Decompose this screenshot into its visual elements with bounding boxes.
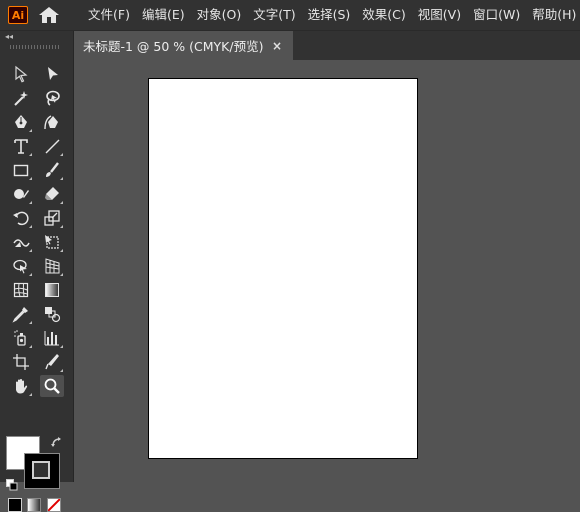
- scale-tool-icon[interactable]: [40, 207, 64, 229]
- tools-panel: ◂◂: [0, 31, 74, 512]
- eyedropper-tool-icon[interactable]: [9, 303, 33, 325]
- document-tab-title: 未标题-1 @ 50 % (CMYK/预览): [83, 39, 264, 54]
- zoom-tool-icon[interactable]: [40, 375, 64, 397]
- menu-bar: Ai 文件(F) 编辑(E) 对象(O) 文字(T) 选择(S) 效果(C) 视…: [0, 0, 580, 31]
- line-segment-tool-icon[interactable]: [40, 135, 64, 157]
- main-menu: 文件(F) 编辑(E) 对象(O) 文字(T) 选择(S) 效果(C) 视图(V…: [82, 0, 580, 30]
- shape-builder-tool-icon[interactable]: [9, 255, 33, 277]
- app-logo: Ai: [8, 6, 28, 24]
- menu-type[interactable]: 文字(T): [247, 0, 301, 30]
- panel-grip[interactable]: [10, 45, 60, 49]
- selection-tool-icon[interactable]: [9, 63, 33, 85]
- pen-tool-icon[interactable]: [9, 111, 33, 133]
- menu-view[interactable]: 视图(V): [412, 0, 467, 30]
- artboard[interactable]: [148, 78, 418, 459]
- stroke-color-swatch[interactable]: [24, 453, 60, 489]
- document-tab-bar: 未标题-1 @ 50 % (CMYK/预览) ×: [74, 31, 580, 60]
- direct-selection-tool-icon[interactable]: [40, 63, 64, 85]
- paintbrush-tool-icon[interactable]: [40, 159, 64, 181]
- rectangle-tool-icon[interactable]: [9, 159, 33, 181]
- eraser-tool-icon[interactable]: [40, 183, 64, 205]
- menu-effect[interactable]: 效果(C): [356, 0, 411, 30]
- slice-tool-icon[interactable]: [40, 351, 64, 373]
- none-slash-icon: [48, 499, 60, 511]
- hand-tool-icon[interactable]: [9, 375, 33, 397]
- collapse-panel-icon[interactable]: ◂◂: [5, 33, 15, 41]
- mesh-tool-icon[interactable]: [9, 279, 33, 301]
- canvas-area[interactable]: [74, 60, 580, 482]
- menu-edit[interactable]: 编辑(E): [136, 0, 191, 30]
- color-mode-button[interactable]: [8, 498, 22, 512]
- rotate-tool-icon[interactable]: [9, 207, 33, 229]
- menu-window[interactable]: 窗口(W): [467, 0, 526, 30]
- swap-fill-stroke-icon[interactable]: [50, 435, 64, 449]
- perspective-grid-tool-icon[interactable]: [40, 255, 64, 277]
- none-mode-button[interactable]: [47, 498, 61, 512]
- free-transform-tool-icon[interactable]: [40, 231, 64, 253]
- gradient-tool-icon[interactable]: [40, 279, 64, 301]
- menu-select[interactable]: 选择(S): [302, 0, 357, 30]
- type-tool-icon[interactable]: [9, 135, 33, 157]
- close-tab-icon[interactable]: ×: [272, 39, 282, 53]
- magic-wand-tool-icon[interactable]: [9, 87, 33, 109]
- home-icon[interactable]: [38, 6, 60, 24]
- menu-object[interactable]: 对象(O): [191, 0, 248, 30]
- menu-file[interactable]: 文件(F): [82, 0, 136, 30]
- shaper-tool-icon[interactable]: [9, 183, 33, 205]
- menu-help[interactable]: 帮助(H): [526, 0, 580, 30]
- lasso-tool-icon[interactable]: [40, 87, 64, 109]
- blend-tool-icon[interactable]: [40, 303, 64, 325]
- document-tab[interactable]: 未标题-1 @ 50 % (CMYK/预览) ×: [74, 31, 293, 60]
- curvature-tool-icon[interactable]: [40, 111, 64, 133]
- artboard-tool-icon[interactable]: [9, 351, 33, 373]
- symbol-sprayer-tool-icon[interactable]: [9, 327, 33, 349]
- width-tool-icon[interactable]: [9, 231, 33, 253]
- gradient-mode-button[interactable]: [27, 498, 41, 512]
- column-graph-tool-icon[interactable]: [40, 327, 64, 349]
- default-fill-stroke-icon[interactable]: [6, 476, 18, 491]
